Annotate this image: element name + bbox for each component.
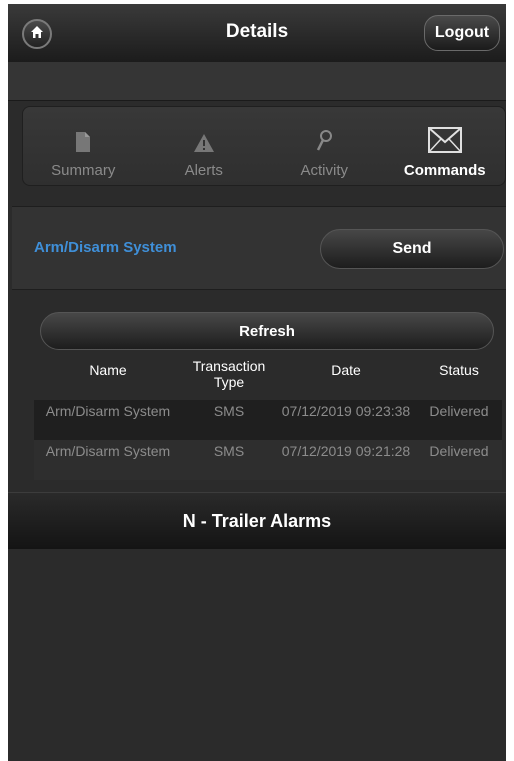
tab-label: Activity xyxy=(300,162,348,179)
app-screen: Details Logout Summary Alerts Activity C… xyxy=(8,4,506,761)
cell-status: Delivered xyxy=(429,403,489,419)
tab-alerts[interactable]: Alerts xyxy=(144,107,265,185)
header-bar: Details Logout xyxy=(8,4,506,63)
command-history-table: Name Transaction Type Date Status Arm/Di… xyxy=(34,358,502,480)
cell-type: SMS xyxy=(213,443,245,459)
sub-header-bar xyxy=(8,62,506,101)
cell-date: 07/12/2019 09:21:28 xyxy=(281,443,411,459)
cell-status: Delivered xyxy=(429,443,489,459)
tab-bar: Summary Alerts Activity Commands xyxy=(22,106,506,186)
command-row: Arm/Disarm System Send xyxy=(12,206,506,290)
tab-commands[interactable]: Commands xyxy=(385,107,506,185)
table-row: Arm/Disarm System SMS 07/12/2019 09:21:2… xyxy=(34,440,502,480)
cell-name: Arm/Disarm System xyxy=(45,403,171,419)
section-title-bar: N - Trailer Alarms xyxy=(8,492,506,549)
tab-label: Commands xyxy=(403,162,486,179)
tab-label: Alerts xyxy=(184,162,223,179)
tab-label: Summary xyxy=(51,162,116,179)
tab-activity[interactable]: Activity xyxy=(264,107,385,185)
send-button[interactable]: Send xyxy=(320,229,504,269)
column-header-transaction-type: Transaction Type xyxy=(192,358,266,390)
command-name-link[interactable]: Arm/Disarm System xyxy=(34,239,177,256)
table-row: Arm/Disarm System SMS 07/12/2019 09:23:3… xyxy=(34,400,502,440)
envelope-icon xyxy=(427,123,462,153)
document-icon xyxy=(75,123,91,153)
column-header-date: Date xyxy=(331,362,361,378)
alert-icon xyxy=(193,123,215,153)
column-header-status: Status xyxy=(439,362,479,378)
tab-summary[interactable]: Summary xyxy=(23,107,144,185)
logout-button[interactable]: Logout xyxy=(424,15,500,51)
refresh-button[interactable]: Refresh xyxy=(40,312,494,350)
cell-type: SMS xyxy=(213,403,245,419)
column-header-name: Name xyxy=(89,362,127,378)
table-header: Name Transaction Type Date Status xyxy=(34,358,502,400)
search-icon xyxy=(315,123,333,153)
cell-date: 07/12/2019 09:23:38 xyxy=(281,403,411,419)
cell-name: Arm/Disarm System xyxy=(45,443,171,459)
